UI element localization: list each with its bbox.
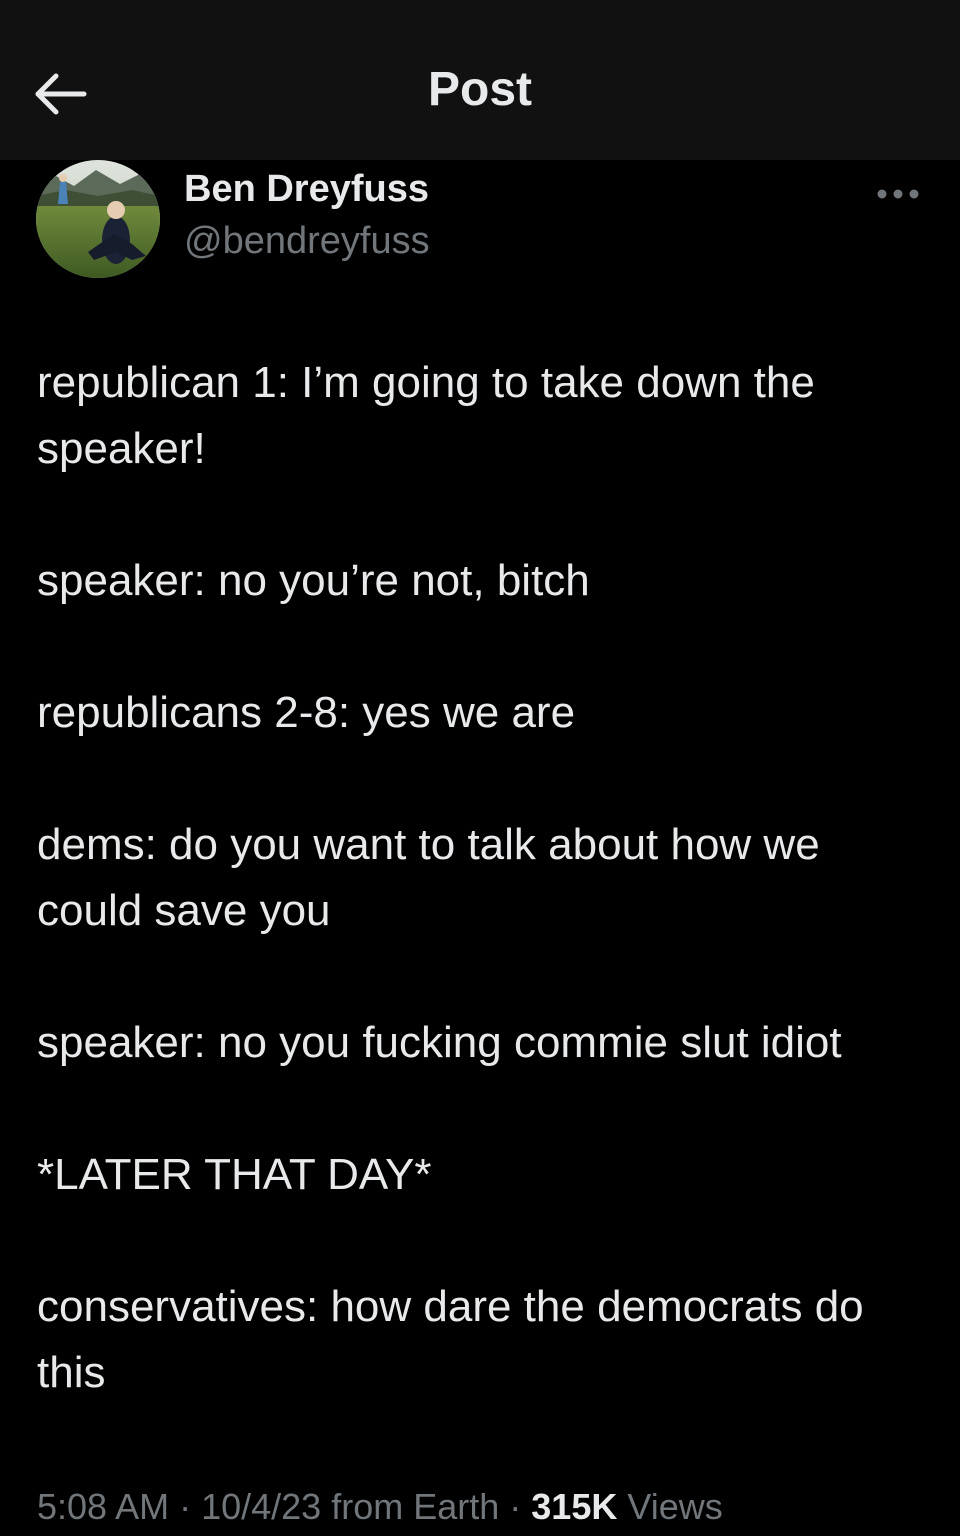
post-paragraph: dems: do you want to talk about how we c…: [37, 820, 820, 935]
avatar-photo: [36, 160, 160, 278]
post-text: republican 1: I’m going to take down the…: [37, 350, 937, 1406]
more-options-button[interactable]: [868, 174, 928, 214]
post-paragraph: republican 1: I’m going to take down the…: [37, 358, 815, 473]
post-location: from Earth: [321, 1486, 500, 1527]
meta-separator: ·: [169, 1486, 202, 1527]
more-horizontal-icon: [877, 189, 919, 199]
page-title: Post: [427, 63, 532, 116]
post-date[interactable]: 10/4/23: [201, 1486, 321, 1527]
author-avatar[interactable]: [36, 160, 160, 278]
author-handle[interactable]: @bendreyfuss: [184, 220, 430, 263]
author-name[interactable]: Ben Dreyfuss: [184, 168, 429, 211]
views-label: Views: [617, 1486, 723, 1527]
post-paragraph: *LATER THAT DAY*: [37, 1150, 432, 1199]
post-time[interactable]: 5:08 AM: [37, 1486, 169, 1527]
meta-separator: ·: [499, 1486, 532, 1527]
post-paragraph: republicans 2-8: yes we are: [37, 688, 576, 737]
top-bar: Post: [0, 0, 960, 160]
views-count[interactable]: 315K: [531, 1486, 617, 1527]
post-paragraph: speaker: no you’re not, bitch: [37, 556, 590, 605]
post-paragraph: conservatives: how dare the democrats do…: [37, 1282, 864, 1397]
post-meta: 5:08 AM · 10/4/23 from Earth · 315K View…: [37, 1486, 723, 1528]
post-paragraph: speaker: no you fucking commie slut idio…: [37, 1018, 842, 1067]
